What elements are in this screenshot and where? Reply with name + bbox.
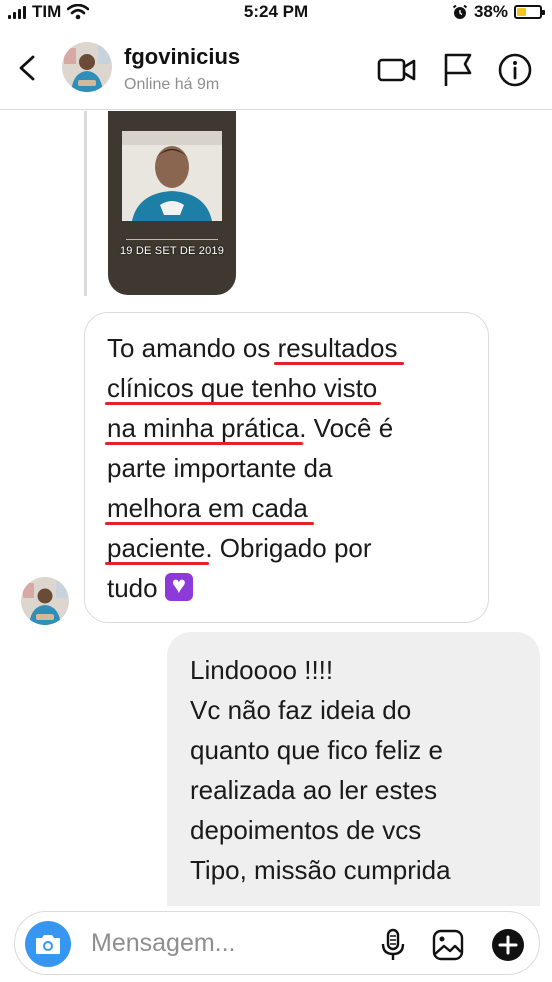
incoming-message-bubble[interactable]: To amando os resultados clínicos que ten… <box>84 312 489 623</box>
info-icon[interactable] <box>495 52 535 88</box>
underlined-text: melhora em cada <box>105 493 314 525</box>
back-chevron-icon[interactable] <box>14 48 44 88</box>
message-line: realizada ao ler estes <box>190 775 438 805</box>
flag-icon[interactable] <box>438 52 478 88</box>
red-underline <box>105 402 382 405</box>
alarm-icon <box>452 4 468 19</box>
underlined-text: na minha prática <box>105 413 304 445</box>
message-input[interactable]: Mensagem... <box>91 929 236 958</box>
status-right: 38% <box>452 2 545 22</box>
story-photo <box>122 131 222 221</box>
message-line: quanto que fico feliz e <box>190 735 443 765</box>
outgoing-message-bubble[interactable]: Lindoooo !!!! Vc não faz ideia do quanto… <box>167 632 540 906</box>
message-line: paciente. Obrigado por <box>105 533 372 565</box>
underlined-text: resultados <box>273 333 404 365</box>
battery-icon <box>514 5 545 19</box>
camera-icon <box>36 935 60 954</box>
underlined-text: paciente <box>105 533 210 565</box>
message-thread[interactable]: 19 DE SET DE 2019 To amando os resultado… <box>0 111 552 906</box>
message-line: parte importante da <box>107 453 333 483</box>
red-underline <box>105 442 304 445</box>
message-line: na minha prática. Você é <box>105 413 394 445</box>
message-line: Tipo, missão cumprida <box>190 855 451 885</box>
story-date: 19 DE SET DE 2019 <box>119 245 225 257</box>
message-line: clínicos que tenho visto <box>105 368 470 408</box>
sender-avatar[interactable] <box>21 577 69 625</box>
avatar[interactable] <box>62 42 112 92</box>
gallery-icon[interactable] <box>431 928 465 962</box>
story-reply-bar <box>84 111 87 296</box>
contact-username[interactable]: fgovinicius <box>124 44 240 70</box>
battery-fill <box>517 8 527 16</box>
status-bar: TIM 5:24 PM 38% <box>0 0 552 26</box>
video-call-icon[interactable] <box>377 52 417 88</box>
purple-heart-icon <box>164 566 193 606</box>
contact-status: Online há 9m <box>124 76 220 93</box>
story-thumbnail[interactable]: 19 DE SET DE 2019 <box>108 111 236 295</box>
message-line: tudo <box>107 566 470 608</box>
chat-header: fgovinicius Online há 9m <box>0 26 552 110</box>
underlined-text: clínicos que tenho visto <box>105 373 382 405</box>
battery-percent: 38% <box>473 2 508 21</box>
message-composer[interactable]: Mensagem... <box>14 911 540 975</box>
red-underline <box>105 562 210 565</box>
microphone-icon[interactable] <box>376 928 410 962</box>
red-underline <box>273 362 404 365</box>
message-line: To amando os resultados <box>107 328 470 368</box>
add-icon[interactable] <box>491 928 525 962</box>
message-line: Vc não faz ideia do <box>190 695 412 725</box>
message-line: Lindoooo !!!! <box>190 655 334 685</box>
red-underline <box>105 522 314 525</box>
message-line: melhora em cada <box>105 488 470 528</box>
camera-button[interactable] <box>25 921 71 967</box>
message-line: depoimentos de vcs <box>190 815 422 845</box>
